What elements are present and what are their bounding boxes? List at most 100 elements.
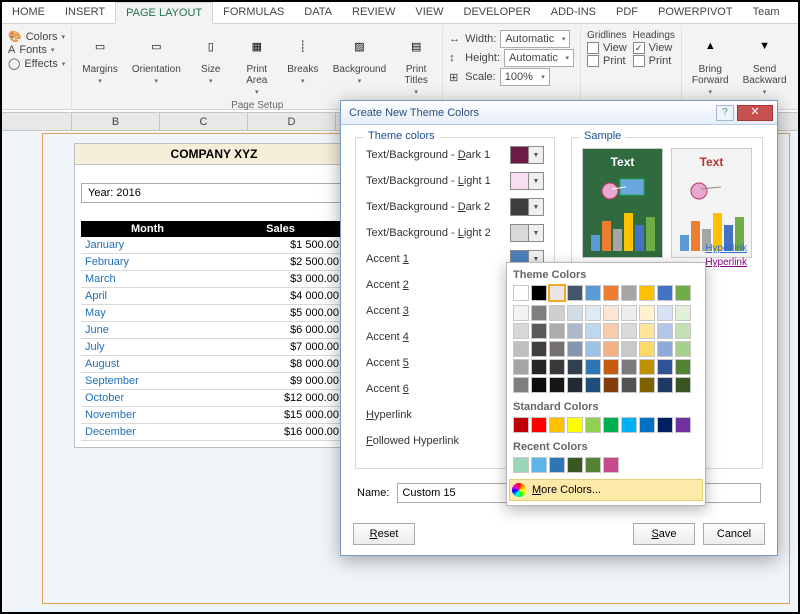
color-swatch[interactable] — [675, 305, 691, 321]
table-row[interactable]: October$12 000.00 — [81, 390, 347, 407]
color-swatch[interactable] — [621, 359, 637, 375]
color-swatch[interactable] — [603, 341, 619, 357]
color-swatch[interactable] — [657, 341, 673, 357]
tab-add-ins[interactable]: ADD-INS — [541, 2, 606, 23]
tab-formulas[interactable]: FORMULAS — [213, 2, 294, 23]
color-swatch[interactable] — [549, 359, 565, 375]
colors-btn[interactable]: 🎨Colors ▾ — [8, 30, 65, 43]
color-swatch[interactable] — [585, 285, 601, 301]
color-swatch[interactable] — [657, 305, 673, 321]
color-swatch[interactable] — [513, 359, 529, 375]
table-row[interactable]: September$9 000.00 — [81, 373, 347, 390]
color-swatch[interactable] — [621, 417, 637, 433]
help-button[interactable]: ? — [716, 105, 734, 121]
swatch-1[interactable]: ▼ — [510, 172, 544, 190]
color-swatch[interactable] — [513, 417, 529, 433]
color-swatch[interactable] — [567, 285, 583, 301]
table-row[interactable]: August$8 000.00 — [81, 356, 347, 373]
col-corner[interactable] — [2, 113, 72, 130]
color-swatch[interactable] — [549, 377, 565, 393]
more-colors[interactable]: More Colors... — [509, 479, 703, 501]
tab-review[interactable]: REVIEW — [342, 2, 405, 23]
cancel-button[interactable]: Cancel — [703, 523, 765, 545]
tab-data[interactable]: DATA — [294, 2, 342, 23]
color-swatch[interactable] — [657, 359, 673, 375]
color-swatch[interactable] — [549, 305, 565, 321]
height-row[interactable]: ↕Height:Automatic▾ — [449, 49, 574, 67]
color-swatch[interactable] — [657, 417, 673, 433]
tab-home[interactable]: HOME — [2, 2, 55, 23]
color-swatch[interactable] — [567, 359, 583, 375]
gridlines-print[interactable]: Print — [587, 55, 627, 67]
color-swatch[interactable] — [585, 377, 601, 393]
color-swatch[interactable] — [603, 323, 619, 339]
color-swatch[interactable] — [567, 417, 583, 433]
col-B[interactable]: B — [72, 113, 160, 130]
color-swatch[interactable] — [567, 323, 583, 339]
table-row[interactable]: April$4 000.00 — [81, 288, 347, 305]
color-swatch[interactable] — [675, 359, 691, 375]
color-swatch[interactable] — [675, 377, 691, 393]
color-swatch[interactable] — [549, 285, 565, 301]
color-swatch[interactable] — [531, 341, 547, 357]
tab-view[interactable]: VIEW — [405, 2, 453, 23]
table-row[interactable]: May$5 000.00 — [81, 305, 347, 322]
width-row[interactable]: ↔Width:Automatic▾ — [449, 30, 574, 48]
table-row[interactable]: March$3 000.00 — [81, 271, 347, 288]
color-swatch[interactable] — [549, 323, 565, 339]
send-button[interactable]: ▼SendBackward ▾ — [739, 28, 791, 99]
swatch-0[interactable]: ▼ — [510, 146, 544, 164]
pane-button[interactable]: ▣SelectionPane ▾ — [797, 28, 800, 88]
color-swatch[interactable] — [639, 377, 655, 393]
color-swatch[interactable] — [531, 377, 547, 393]
table-row[interactable]: July$7 000.00 — [81, 339, 347, 356]
tab-pdf[interactable]: PDF — [606, 2, 648, 23]
orientation-button[interactable]: ▭Orientation▾ — [128, 28, 185, 88]
color-swatch[interactable] — [621, 323, 637, 339]
color-swatch[interactable] — [603, 285, 619, 301]
color-swatch[interactable] — [621, 305, 637, 321]
color-swatch[interactable] — [657, 285, 673, 301]
color-swatch[interactable] — [531, 457, 547, 473]
color-swatch[interactable] — [603, 377, 619, 393]
color-swatch[interactable] — [531, 285, 547, 301]
gridlines-view[interactable]: View — [587, 42, 627, 54]
color-swatch[interactable] — [621, 341, 637, 357]
headings-view[interactable]: View — [633, 42, 675, 54]
color-swatch[interactable] — [513, 305, 529, 321]
color-swatch[interactable] — [513, 457, 529, 473]
swatch-3[interactable]: ▼ — [510, 224, 544, 242]
close-button[interactable]: ✕ — [737, 105, 773, 121]
tab-insert[interactable]: INSERT — [55, 2, 115, 23]
reset-button[interactable]: Reset — [353, 523, 415, 545]
color-swatch[interactable] — [513, 285, 529, 301]
color-swatch[interactable] — [621, 377, 637, 393]
table-row[interactable]: December$16 000.00 — [81, 424, 347, 441]
color-swatch[interactable] — [585, 359, 601, 375]
color-swatch[interactable] — [675, 417, 691, 433]
table-row[interactable]: June$6 000.00 — [81, 322, 347, 339]
color-swatch[interactable] — [549, 341, 565, 357]
fonts-btn[interactable]: AFonts ▾ — [8, 44, 65, 56]
color-swatch[interactable] — [585, 417, 601, 433]
color-swatch[interactable] — [657, 377, 673, 393]
color-swatch[interactable] — [585, 323, 601, 339]
color-swatch[interactable] — [675, 341, 691, 357]
table-row[interactable]: January$1 500.00 — [81, 237, 347, 254]
bring-button[interactable]: ▲BringForward ▾ — [688, 28, 733, 99]
save-button[interactable]: Save — [633, 523, 695, 545]
color-swatch[interactable] — [549, 417, 565, 433]
color-swatch[interactable] — [513, 377, 529, 393]
scale-row[interactable]: ⊞Scale:100%▾ — [449, 68, 574, 86]
color-swatch[interactable] — [603, 457, 619, 473]
effects-btn[interactable]: ◯Effects ▾ — [8, 57, 65, 70]
color-swatch[interactable] — [549, 457, 565, 473]
color-swatch[interactable] — [603, 305, 619, 321]
color-swatch[interactable] — [639, 305, 655, 321]
color-swatch[interactable] — [585, 457, 601, 473]
year-cell[interactable]: Year: 2016 — [81, 183, 347, 203]
margins-button[interactable]: ▭Margins▾ — [78, 28, 122, 88]
color-swatch[interactable] — [603, 359, 619, 375]
color-swatch[interactable] — [531, 417, 547, 433]
color-swatch[interactable] — [675, 323, 691, 339]
